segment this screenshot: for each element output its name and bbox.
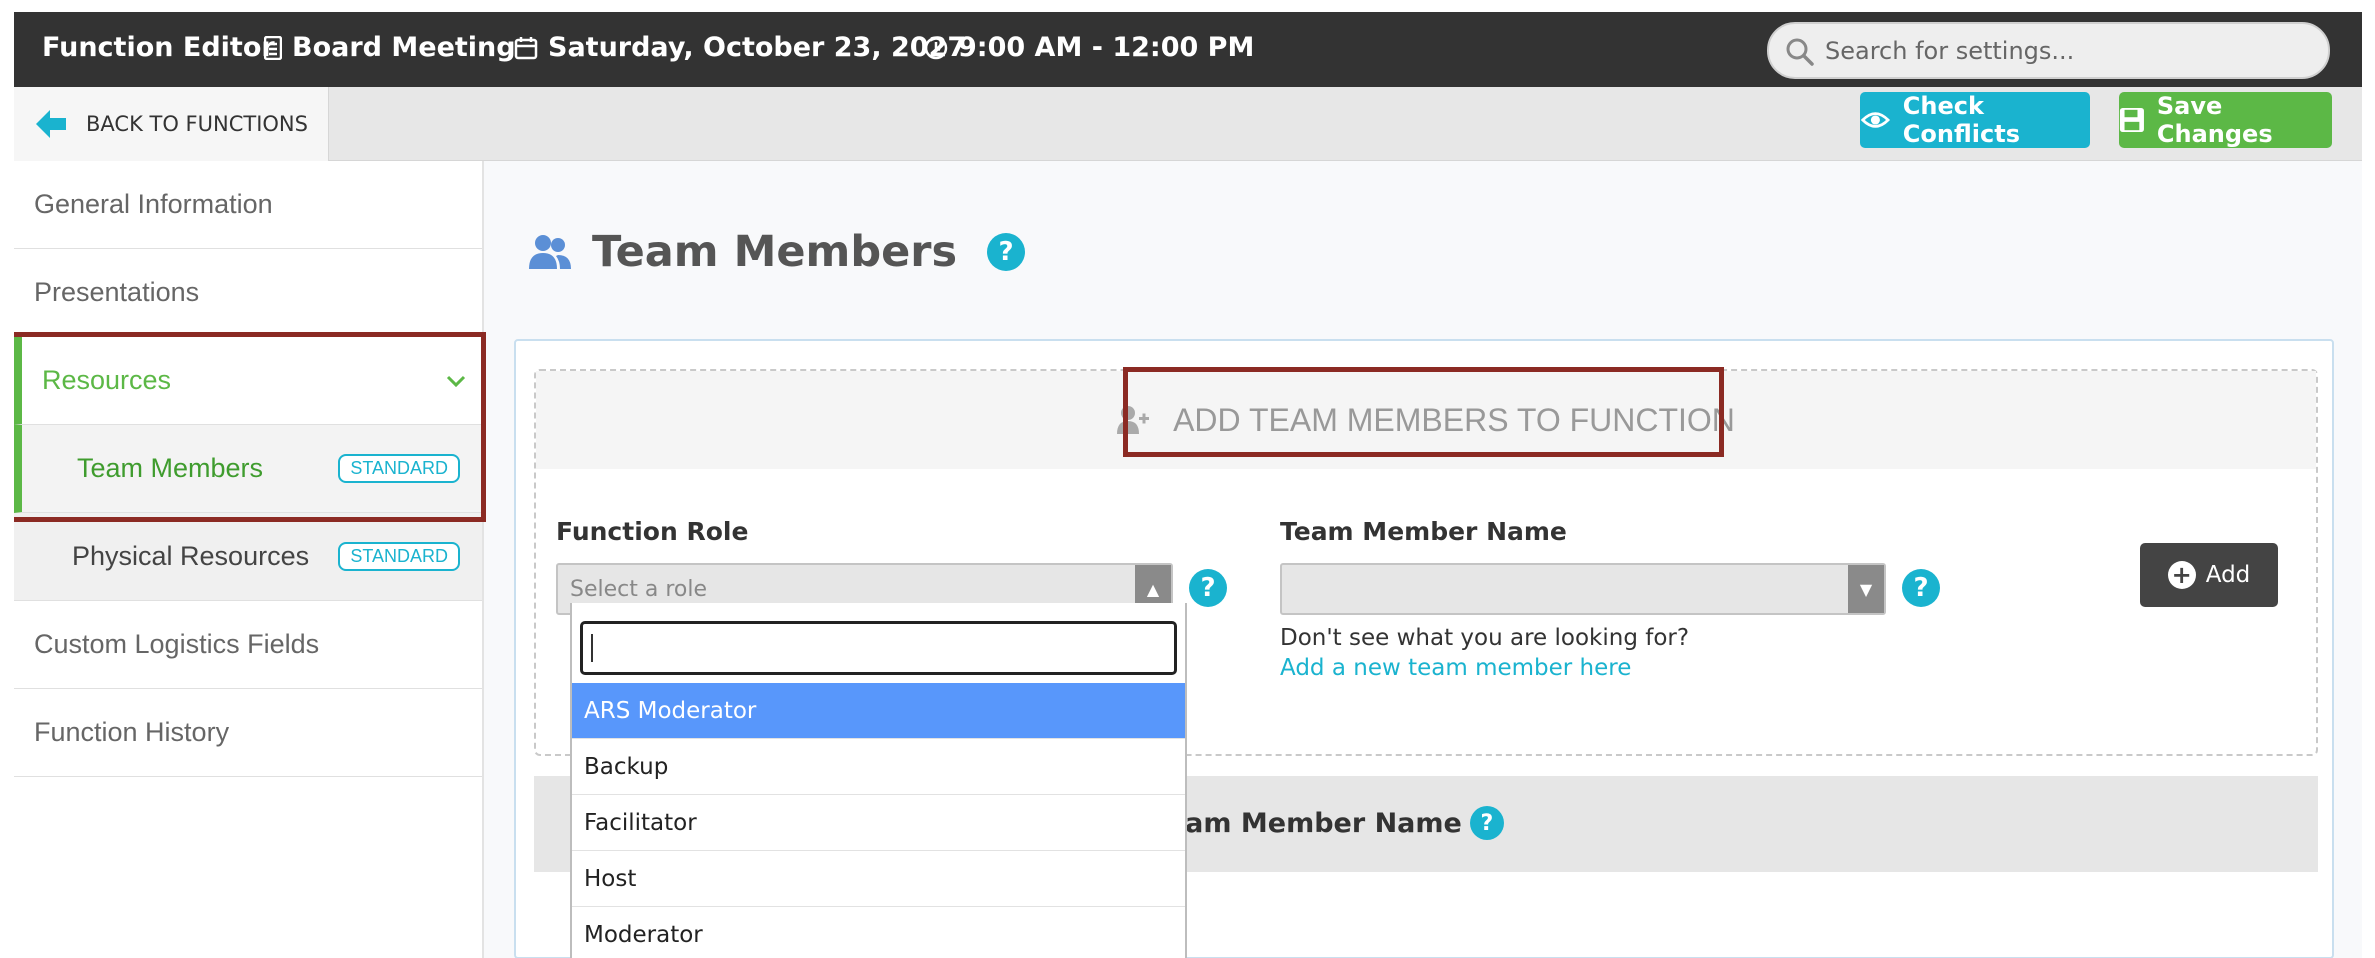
add-button-label: Add	[2205, 562, 2251, 588]
column-team-member-name: Team Member Name ?	[1152, 806, 1504, 840]
sidebar-item-general-information[interactable]: General Information	[14, 161, 482, 249]
calendar-icon	[514, 36, 538, 59]
column-help-icon[interactable]: ?	[1469, 806, 1504, 840]
sidebar-item-custom-logistics-fields[interactable]: Custom Logistics Fields	[14, 601, 482, 689]
back-to-functions-label: BACK TO FUNCTIONS	[86, 112, 308, 136]
sidebar-item-label: Presentations	[34, 277, 200, 307]
role-option[interactable]: Backup	[572, 739, 1185, 795]
event-time-text: 9:00 AM - 12:00 PM	[958, 32, 1255, 63]
top-bar: Function Editor Board Meeting Saturday, …	[14, 12, 2362, 87]
event-time: 9:00 AM - 12:00 PM	[924, 32, 1254, 63]
role-option[interactable]: ARS Moderator	[572, 683, 1185, 739]
back-to-functions-button[interactable]: BACK TO FUNCTIONS	[14, 87, 329, 161]
page-header: Team Members ?	[528, 227, 1026, 277]
team-member-help-icon[interactable]: ?	[1902, 569, 1940, 607]
function-role-label: Function Role	[556, 517, 749, 546]
sidebar-item-resources[interactable]: Resources	[14, 337, 482, 425]
function-role-dropdown: ARS Moderator Backup Facilitator Host Mo…	[570, 603, 1187, 958]
add-button[interactable]: + Add	[2140, 543, 2278, 607]
users-icon	[529, 235, 571, 269]
sidebar: General Information Presentations Resour…	[14, 161, 484, 958]
standard-badge: STANDARD	[338, 454, 460, 483]
sidebar-item-team-members[interactable]: Team Members STANDARD	[14, 425, 482, 513]
plus-icon: +	[2167, 561, 2196, 589]
page-title: Team Members	[592, 227, 958, 277]
document-icon	[264, 35, 282, 60]
sidebar-item-label: Resources	[42, 365, 172, 395]
sidebar-item-label: General Information	[34, 189, 273, 219]
clock-icon	[924, 36, 948, 59]
settings-search[interactable]	[1767, 22, 2330, 79]
add-user-icon	[1117, 406, 1150, 434]
sidebar-item-label: Physical Resources	[72, 541, 310, 571]
dropdown-search-input[interactable]	[580, 621, 1177, 675]
arrow-left-icon	[36, 110, 66, 138]
event-name: Board Meeting	[264, 32, 516, 63]
check-conflicts-button[interactable]: Check Conflicts	[1860, 92, 2090, 148]
team-member-name-label: Team Member Name	[1280, 517, 1567, 546]
event-date: Saturday, October 23, 2027	[514, 32, 966, 63]
app-window: Function Editor Board Meeting Saturday, …	[14, 12, 2362, 958]
text-cursor	[591, 634, 593, 662]
add-team-members-title: ADD TEAM MEMBERS TO FUNCTION	[1173, 401, 1735, 438]
column-team-member-name-label: Team Member Name	[1152, 807, 1462, 839]
add-new-team-member-link[interactable]: Add a new team member here	[1280, 655, 1631, 681]
sidebar-item-function-history[interactable]: Function History	[14, 689, 482, 777]
settings-search-input[interactable]	[1825, 32, 2305, 70]
event-name-text: Board Meeting	[292, 32, 516, 63]
not-found-hint: Don't see what you are looking for?	[1280, 625, 1690, 651]
sidebar-item-label: Custom Logistics Fields	[34, 629, 320, 659]
role-option[interactable]: Facilitator	[572, 795, 1185, 851]
app-title: Function Editor	[42, 32, 275, 63]
save-changes-label: Save Changes	[2156, 92, 2273, 148]
action-bar: BACK TO FUNCTIONS Check Conflicts Save C…	[14, 87, 2362, 161]
sidebar-item-label: Function History	[34, 717, 230, 747]
function-role-placeholder: Select a role	[570, 577, 708, 602]
help-icon[interactable]: ?	[987, 233, 1026, 271]
sidebar-item-physical-resources[interactable]: Physical Resources STANDARD	[14, 513, 482, 601]
role-option[interactable]: Host	[572, 851, 1185, 907]
save-changes-button[interactable]: Save Changes	[2119, 92, 2332, 148]
function-role-help-icon[interactable]: ?	[1189, 569, 1227, 607]
role-option[interactable]: Moderator	[572, 907, 1185, 958]
chevron-down-icon	[446, 375, 466, 387]
sidebar-item-presentations[interactable]: Presentations	[14, 249, 482, 337]
floppy-disk-icon	[2119, 107, 2144, 133]
standard-badge: STANDARD	[338, 542, 460, 571]
event-date-text: Saturday, October 23, 2027	[548, 32, 967, 63]
caret-down-icon: ▼	[1848, 565, 1884, 613]
check-conflicts-label: Check Conflicts	[1902, 92, 2020, 148]
team-member-name-select[interactable]: ▼	[1280, 563, 1886, 615]
search-icon	[1786, 38, 1814, 66]
add-team-members-header[interactable]: ADD TEAM MEMBERS TO FUNCTION	[536, 371, 2316, 469]
eye-refresh-icon	[1860, 112, 1891, 128]
sidebar-item-label: Team Members	[77, 453, 264, 483]
